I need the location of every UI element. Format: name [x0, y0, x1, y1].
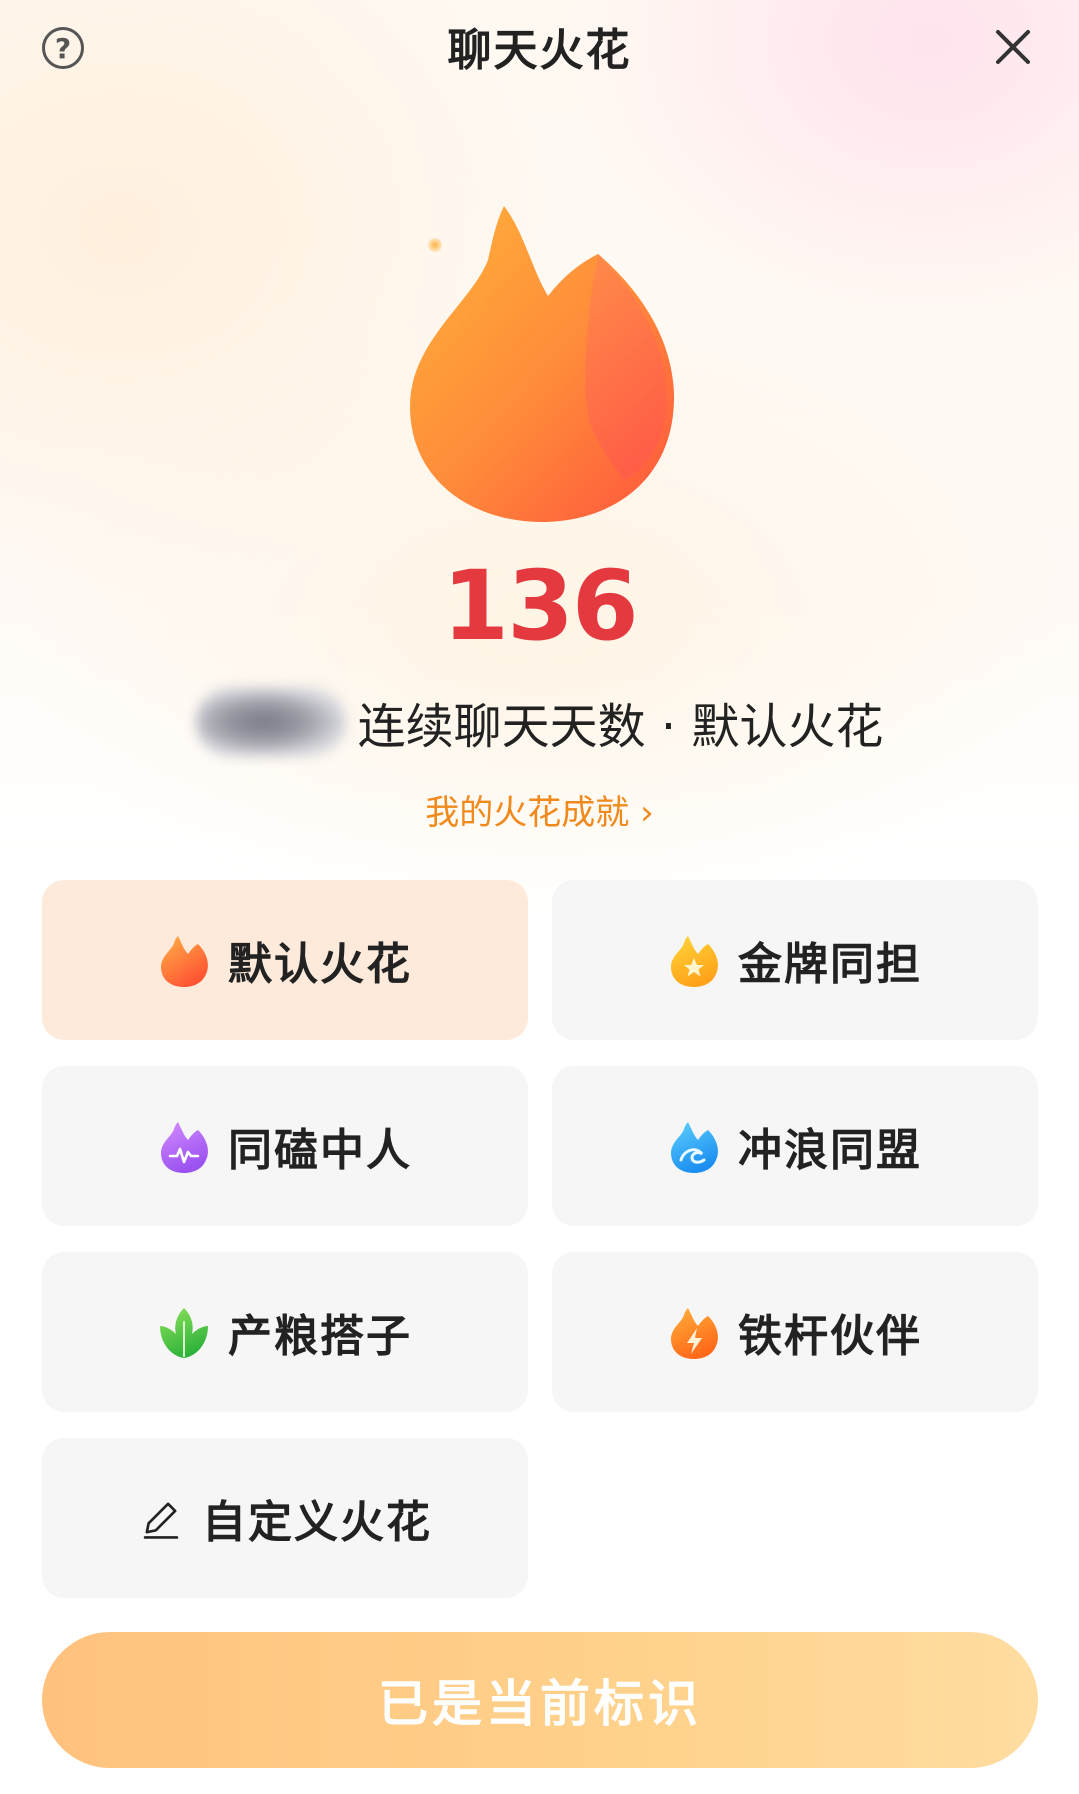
spark-option-purple[interactable]: 同磕中人 [42, 1066, 528, 1226]
flame-green-leaf-icon [160, 1308, 208, 1358]
spark-option-label: 铁杆伙伴 [738, 1311, 922, 1362]
close-icon[interactable] [988, 22, 1038, 72]
spark-option-label: 冲浪同盟 [738, 1125, 922, 1176]
achievements-link-label: 我的火花成就 [425, 793, 630, 833]
spark-option-green[interactable]: 产粮搭子 [42, 1252, 528, 1412]
chevron-right-icon: › [640, 793, 654, 833]
spark-option-label: 自定义火花 [202, 1497, 432, 1548]
spark-option-gold[interactable]: 金牌同担 [552, 880, 1038, 1040]
flame-icon [410, 206, 674, 522]
spark-option-blue[interactable]: 冲浪同盟 [552, 1066, 1038, 1226]
header: ? 聊天火花 [0, 0, 1079, 92]
spark-option-custom[interactable]: 自定义火花 [42, 1438, 528, 1598]
pencil-icon [143, 1502, 179, 1539]
streak-count: 136 [442, 550, 638, 662]
spark-option-label: 默认火花 [228, 939, 412, 990]
spark-option-lightning[interactable]: 铁杆伙伴 [552, 1252, 1038, 1412]
spark-option-label: 金牌同担 [738, 939, 922, 990]
flame-orange-lightning-icon [671, 1308, 718, 1359]
streak-subtitle: 连续聊天天数 · 默认火花 [357, 699, 884, 755]
flame-orange-icon [161, 936, 208, 987]
flame-purple-heartbeat-icon [161, 1122, 208, 1173]
spark-option-default[interactable]: 默认火花 [42, 880, 528, 1040]
flame-blue-wave-icon [671, 1122, 718, 1173]
spark-option-label: 同磕中人 [228, 1125, 412, 1176]
spark-option-label: 产粮搭子 [228, 1311, 412, 1362]
page-title: 聊天火花 [447, 25, 632, 76]
achievements-link[interactable]: 我的火花成就 › [0, 785, 1079, 834]
avatar [195, 687, 346, 757]
set-current-button[interactable]: 已是当前标识 [42, 1632, 1038, 1768]
flame-gold-star-icon [671, 936, 718, 987]
subtitle-row: 连续聊天天数 · 默认火花 [0, 686, 1079, 758]
